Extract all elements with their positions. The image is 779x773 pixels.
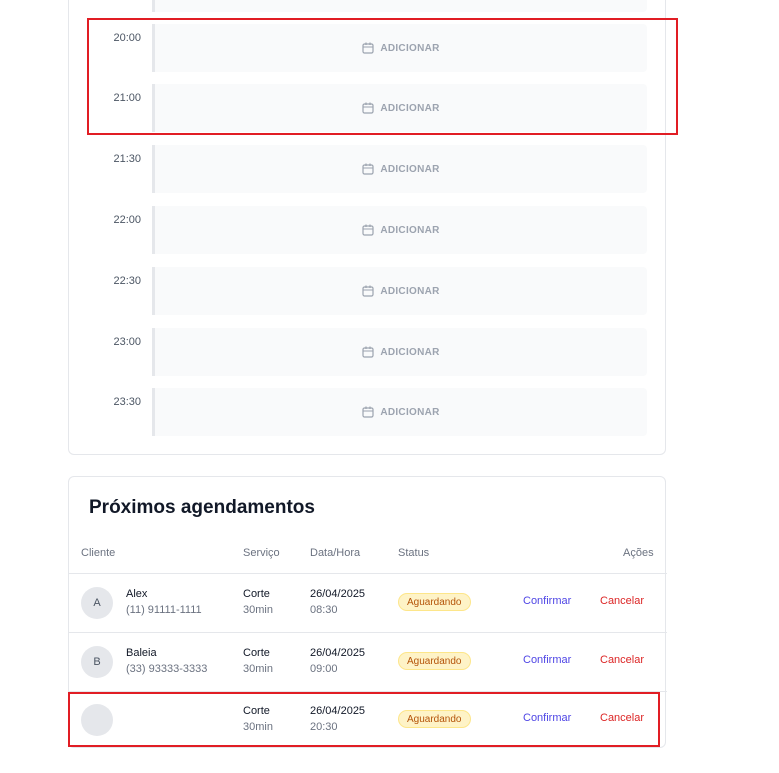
slot-time: 21:00	[113, 92, 141, 104]
slot-add-button[interactable]: ADICIONAR	[152, 328, 647, 376]
service-duration: 30min	[243, 721, 273, 733]
client-phone: (33) 93333-3333	[126, 663, 208, 675]
cancel-button[interactable]: Cancelar	[600, 595, 644, 607]
slot-time: 20:00	[113, 32, 141, 44]
client-name: Alex	[126, 588, 148, 600]
add-label: ADICIONAR	[380, 285, 440, 297]
service-name: Corte	[243, 705, 270, 717]
table-row: A Alex (11) 91111-1111 Corte 30min 26/04…	[69, 574, 667, 632]
table-row: B Baleia (33) 93333-3333 Corte 30min 26/…	[69, 633, 667, 691]
slot-add-button[interactable]: ADICIONAR	[152, 388, 647, 436]
appointment-time: 08:30	[310, 604, 338, 616]
slot-add-button[interactable]	[152, 0, 647, 12]
service-duration: 30min	[243, 663, 273, 675]
appointment-date: 26/04/2025	[310, 588, 366, 600]
cancel-button[interactable]: Cancelar	[600, 654, 644, 666]
column-header-client: Cliente	[81, 547, 116, 559]
calendar-icon	[362, 224, 374, 236]
add-label: ADICIONAR	[380, 163, 440, 175]
client-name: Baleia	[126, 647, 157, 659]
appointment-date: 26/04/2025	[310, 647, 366, 659]
calendar-icon	[362, 406, 374, 418]
slot-row-2130: 21:30 ADICIONAR	[69, 145, 667, 193]
add-label: ADICIONAR	[380, 42, 440, 54]
client-phone: (11) 91111-1111	[126, 604, 202, 616]
slot-add-button[interactable]: ADICIONAR	[152, 206, 647, 254]
slot-add-button[interactable]: ADICIONAR	[152, 267, 647, 315]
service-name: Corte	[243, 647, 270, 659]
schedule-card: 20:00 ADICIONAR 21:00 ADICIONAR 21:30 AD…	[68, 0, 666, 455]
calendar-icon	[362, 285, 374, 297]
add-label: ADICIONAR	[380, 102, 440, 114]
avatar: A	[81, 587, 113, 619]
slot-add-button[interactable]: ADICIONAR	[152, 24, 647, 72]
slot-row-2300: 23:00 ADICIONAR	[69, 328, 667, 376]
section-title: Próximos agendamentos	[89, 497, 315, 518]
table-row: Corte 30min 26/04/2025 20:30 Aguardando …	[69, 692, 667, 750]
slot-time: 22:30	[113, 275, 141, 287]
slot-time: 22:00	[113, 214, 141, 226]
slot-time: 21:30	[113, 153, 141, 165]
slot-add-button[interactable]: ADICIONAR	[152, 84, 647, 132]
column-header-actions: Ações	[623, 547, 654, 559]
service-name: Corte	[243, 588, 270, 600]
upcoming-appointments-card: Próximos agendamentos Cliente Serviço Da…	[68, 476, 667, 750]
calendar-icon	[362, 346, 374, 358]
calendar-icon	[362, 42, 374, 54]
cancel-button[interactable]: Cancelar	[600, 712, 644, 724]
service-duration: 30min	[243, 604, 273, 616]
column-header-service: Serviço	[243, 547, 280, 559]
add-label: ADICIONAR	[380, 224, 440, 236]
slot-row-2000: 20:00 ADICIONAR	[69, 24, 667, 72]
status-badge: Aguardando	[398, 593, 471, 611]
slot-add-button[interactable]: ADICIONAR	[152, 145, 647, 193]
calendar-icon	[362, 163, 374, 175]
avatar	[81, 704, 113, 736]
status-badge: Aguardando	[398, 710, 471, 728]
status-badge: Aguardando	[398, 652, 471, 670]
column-header-datetime: Data/Hora	[310, 547, 361, 559]
add-label: ADICIONAR	[380, 346, 440, 358]
slot-row-2100: 21:00 ADICIONAR	[69, 84, 667, 132]
avatar: B	[81, 646, 113, 678]
column-header-status: Status	[398, 547, 430, 559]
slot-time: 23:00	[113, 336, 141, 348]
appointment-date: 26/04/2025	[310, 705, 366, 717]
confirm-button[interactable]: Confirmar	[523, 595, 571, 607]
confirm-button[interactable]: Confirmar	[523, 712, 571, 724]
add-label: ADICIONAR	[380, 406, 440, 418]
appointment-time: 20:30	[310, 721, 338, 733]
appointment-time: 09:00	[310, 663, 338, 675]
slot-row-2200: 22:00 ADICIONAR	[69, 206, 667, 254]
slot-time: 23:30	[113, 396, 141, 408]
slot-row-2230: 22:30 ADICIONAR	[69, 267, 667, 315]
slot-row-2330: 23:30 ADICIONAR	[69, 388, 667, 436]
confirm-button[interactable]: Confirmar	[523, 654, 571, 666]
calendar-icon	[362, 102, 374, 114]
